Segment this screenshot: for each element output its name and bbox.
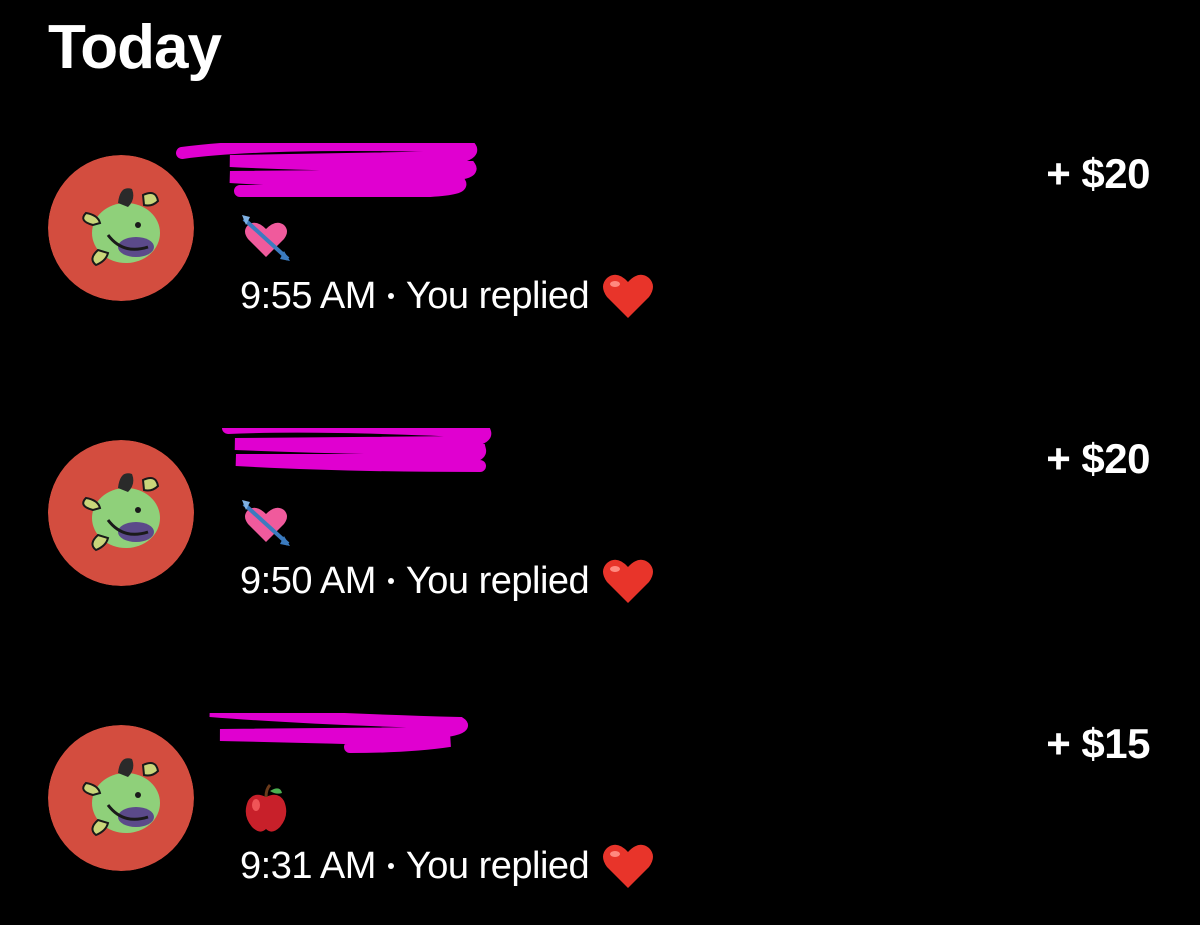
tip-amount: + $20: [1046, 150, 1150, 197]
notification-row[interactable]: 9:50 AM You replied + $20: [0, 428, 1200, 640]
red-heart-icon: [601, 270, 655, 322]
separator-dot: [387, 578, 394, 584]
separator-dot: [387, 863, 394, 869]
redacted-name: [170, 428, 500, 498]
timestamp: 9:50 AM: [240, 559, 376, 602]
reply-status: You replied: [405, 844, 590, 887]
red-heart-icon: [601, 555, 655, 607]
redacted-name: [170, 143, 500, 213]
red-apple-icon: [240, 783, 292, 835]
separator-dot: [387, 293, 394, 299]
heart-with-arrow-icon: [240, 498, 292, 550]
section-title: Today: [48, 13, 222, 82]
reply-status: You replied: [405, 559, 590, 602]
red-heart-icon: [601, 840, 655, 892]
redacted-name: [170, 713, 500, 783]
timestamp: 9:31 AM: [240, 844, 376, 887]
reply-status: You replied: [405, 274, 590, 317]
heart-with-arrow-icon: [240, 213, 292, 265]
notification-row[interactable]: 9:31 AM You replied + $15: [0, 713, 1200, 925]
tip-amount: + $20: [1046, 435, 1150, 482]
timestamp: 9:55 AM: [240, 274, 376, 317]
tip-amount: + $15: [1046, 720, 1150, 767]
notification-meta: 9:50 AM You replied: [240, 555, 655, 607]
notification-row[interactable]: 9:55 AM You replied + $20: [0, 143, 1200, 355]
notification-meta: 9:31 AM You replied: [240, 840, 655, 892]
notification-meta: 9:55 AM You replied: [240, 270, 655, 322]
